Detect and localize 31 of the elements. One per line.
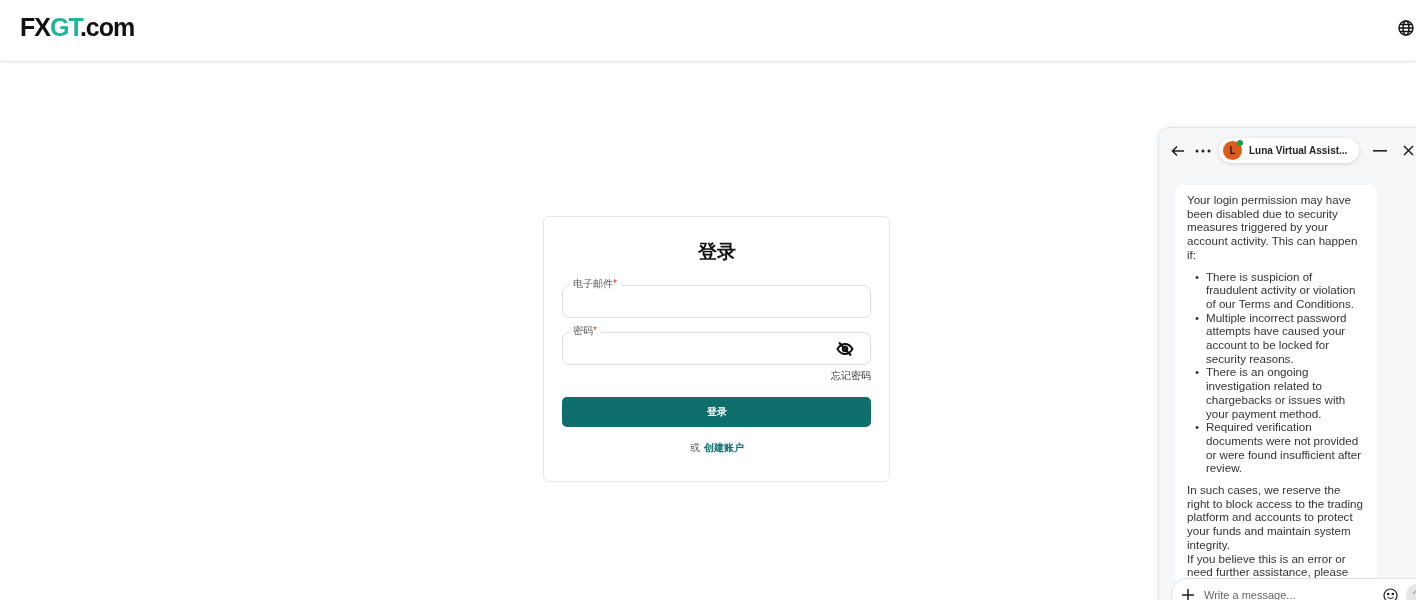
bullet: •: [1193, 269, 1201, 285]
bullet: •: [1193, 365, 1201, 381]
avatar: L: [1223, 141, 1242, 160]
more-icon[interactable]: [1195, 148, 1211, 153]
bullet: •: [1193, 310, 1201, 326]
bullet: •: [1193, 420, 1201, 436]
eye-slash-icon[interactable]: [836, 340, 854, 357]
close-icon[interactable]: [1403, 145, 1415, 156]
create-account-link[interactable]: 创建账户: [703, 441, 744, 455]
message-list-item: Required verification documents were not provided or were found insufficient after review.: [1206, 420, 1363, 476]
required-mark: *: [593, 325, 597, 337]
message-list-item: There is an ongoing investigation related to chargebacks or issues with your payment method.: [1206, 365, 1347, 421]
logo[interactable]: FXGT.com: [20, 13, 135, 42]
field-label: 密码: [573, 325, 593, 337]
minimize-icon[interactable]: [1373, 149, 1388, 152]
back-arrow-icon[interactable]: [1171, 144, 1185, 157]
message-text: If you believe this is an error or need further assistance, please: [1187, 551, 1350, 579]
field-label: 电子邮件: [573, 278, 613, 290]
assistant-name: Luna Virtual Assist...: [1249, 145, 1348, 156]
message-text: In such cases, we reserve the right to block access to the trading platform and accounts to protect your funds and maintain system integrity.: [1187, 483, 1363, 552]
required-mark: *: [613, 278, 617, 290]
message-list-item: Multiple incorrect password attempts have caused your account to be locked for security reasons.: [1206, 310, 1348, 366]
message-text: Your login permission may have been disabled due to security measures triggered by your account activity. This can happen if:: [1187, 193, 1359, 262]
plus-icon[interactable]: [1182, 589, 1194, 600]
globe-icon[interactable]: [1398, 19, 1414, 36]
emoji-icon[interactable]: [1383, 587, 1398, 600]
forgot-password-link[interactable]: 忘记密码: [831, 369, 871, 383]
message-list-item: There is suspicion of fraudulent activity or violation of our Terms and Conditions.: [1206, 269, 1357, 311]
login-button[interactable]: 登录: [562, 397, 871, 427]
login-title: 登录: [696, 240, 737, 264]
or-text: 或: [689, 441, 700, 455]
